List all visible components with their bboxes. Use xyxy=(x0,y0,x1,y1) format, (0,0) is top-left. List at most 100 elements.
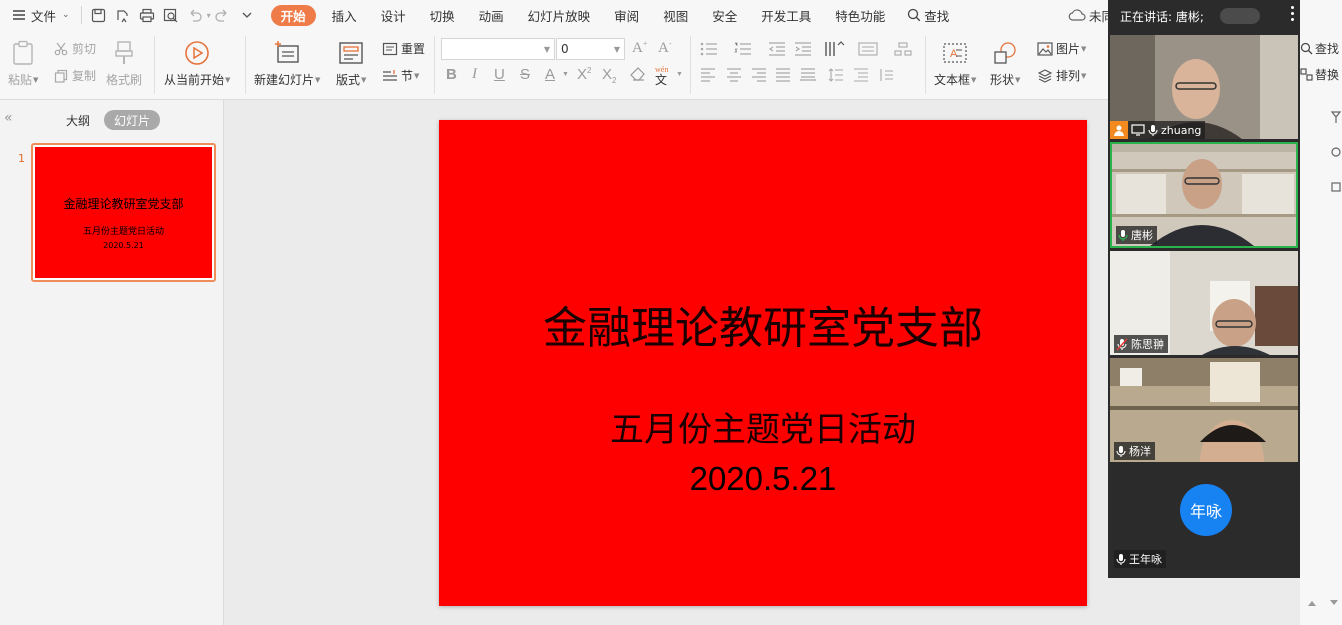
format-painter-button[interactable]: 格式刷 xyxy=(106,38,142,88)
slide-subtitle[interactable]: 五月份主题党日活动 xyxy=(439,402,1087,451)
font-name-select[interactable]: ▼ xyxy=(441,38,555,60)
paste-button[interactable]: 粘贴 ▼ xyxy=(8,38,38,88)
tab-slideshow[interactable]: 幻灯片放映 xyxy=(516,4,603,26)
print-icon[interactable] xyxy=(135,4,159,26)
microphone-muted-icon xyxy=(1116,338,1128,350)
play-from-current-button[interactable]: 从当前开始 ▼ xyxy=(164,38,230,88)
section-button[interactable]: 节 ▼ xyxy=(382,67,419,84)
strikethrough-icon[interactable]: S xyxy=(520,66,530,83)
decrease-font-icon[interactable]: A- xyxy=(658,39,672,57)
file-menu[interactable]: 文件 ⌄ xyxy=(6,4,76,26)
tab-outline-label: 大纲 xyxy=(65,113,90,128)
tab-developer-label: 开发工具 xyxy=(761,8,812,24)
replace-button[interactable]: 替换 xyxy=(1300,66,1339,83)
shape-button[interactable]: 形状 ▼ xyxy=(990,38,1020,88)
font-size-select[interactable]: 0 ▼ xyxy=(556,38,625,60)
pinyin-guide-icon[interactable]: wén 文 xyxy=(655,64,668,86)
participant-video-tile[interactable]: 年咏 王年咏 xyxy=(1110,466,1298,570)
participant-video-tile[interactable]: zhuang xyxy=(1110,35,1298,139)
text-box-icon: A xyxy=(940,38,970,68)
layout-label: 版式 xyxy=(336,73,361,87)
convert-to-smartart-icon[interactable] xyxy=(894,42,912,56)
hamburger-icon xyxy=(13,10,25,20)
reset-button[interactable]: 重置 xyxy=(382,40,425,57)
tab-review[interactable]: 审阅 xyxy=(602,4,651,26)
scroll-down-icon[interactable] xyxy=(1330,600,1338,606)
current-slide[interactable]: 金融理论教研室党支部 五月份主题党日活动 2020.5.21 xyxy=(439,120,1087,606)
participant-name: 唐彬 xyxy=(1131,229,1153,242)
underline-icon[interactable]: U xyxy=(494,66,505,83)
slide-date[interactable]: 2020.5.21 xyxy=(439,460,1087,498)
side-tool-icon[interactable] xyxy=(1330,145,1342,159)
slide-title[interactable]: 金融理论教研室党支部 xyxy=(439,292,1087,356)
layout-button[interactable]: 版式 ▼ xyxy=(336,38,366,88)
align-right-icon[interactable] xyxy=(751,68,767,82)
tab-transition[interactable]: 切换 xyxy=(418,4,467,26)
bullet-list-icon[interactable] xyxy=(700,42,718,56)
tab-view[interactable]: 视图 xyxy=(651,4,700,26)
customize-toolbar-icon[interactable] xyxy=(235,4,259,26)
find-label: 查找 xyxy=(1315,42,1340,56)
decrease-indent-icon[interactable] xyxy=(768,42,786,56)
more-options-icon[interactable] xyxy=(1291,6,1294,21)
tab-design[interactable]: 设计 xyxy=(369,4,418,26)
increase-font-icon[interactable]: A+ xyxy=(632,39,647,57)
cut-button[interactable]: 剪切 xyxy=(54,40,96,57)
distributed-icon[interactable] xyxy=(800,68,816,82)
find-button[interactable]: 查找 xyxy=(1300,40,1339,57)
tab-features[interactable]: 特色功能 xyxy=(823,4,897,26)
redo-icon[interactable] xyxy=(211,4,235,26)
justify-icon[interactable] xyxy=(775,68,791,82)
copy-button[interactable]: 复制 xyxy=(54,67,96,84)
font-color-icon[interactable]: A xyxy=(545,66,555,83)
tab-security[interactable]: 安全 xyxy=(700,4,749,26)
divider xyxy=(245,36,246,94)
save-icon[interactable] xyxy=(87,4,111,26)
tab-slides-label: 幻灯片 xyxy=(113,113,150,128)
participant-video-tile[interactable]: 陈思翀 xyxy=(1110,251,1298,355)
clear-format-icon[interactable] xyxy=(630,66,646,87)
right-edge-panel: 查找 替换 xyxy=(1300,30,1342,625)
slide-thumbnail[interactable]: 金融理论教研室党支部 五月份主题党日活动 2020.5.21 xyxy=(31,143,216,282)
collapse-panel-icon[interactable]: « xyxy=(4,110,13,126)
print-preview-icon[interactable] xyxy=(159,4,183,26)
tab-slides[interactable]: 幻灯片 xyxy=(104,110,160,130)
output-pdf-icon[interactable] xyxy=(111,4,135,26)
text-direction-icon[interactable] xyxy=(824,41,846,57)
side-tool-icon[interactable] xyxy=(1330,180,1342,194)
bold-icon[interactable]: B xyxy=(446,66,457,83)
picture-button[interactable]: 图片 ▼ xyxy=(1037,40,1086,57)
blurred-region xyxy=(1220,8,1260,24)
column-icon[interactable] xyxy=(878,68,894,82)
numbered-list-icon[interactable] xyxy=(734,42,752,56)
align-text-icon[interactable] xyxy=(858,42,878,56)
search-command[interactable]: 查找 xyxy=(901,4,955,26)
paragraph-spacing-icon[interactable] xyxy=(853,68,869,82)
increase-indent-icon[interactable] xyxy=(794,42,812,56)
caret-icon[interactable]: ▼ xyxy=(562,70,569,78)
side-tool-icon[interactable] xyxy=(1330,110,1342,124)
undo-icon[interactable] xyxy=(183,4,207,26)
participant-video-tile[interactable]: 唐彬 xyxy=(1110,142,1298,248)
tab-insert[interactable]: 插入 xyxy=(320,4,369,26)
align-center-icon[interactable] xyxy=(726,68,742,82)
superscript-icon[interactable]: X2 xyxy=(577,66,591,83)
caret-icon[interactable]: ▼ xyxy=(676,70,683,78)
scroll-up-icon[interactable] xyxy=(1308,600,1316,606)
tab-animation[interactable]: 动画 xyxy=(467,4,516,26)
tab-developer[interactable]: 开发工具 xyxy=(749,4,823,26)
participant-video-tile[interactable]: 杨洋 xyxy=(1110,358,1298,462)
paste-icon xyxy=(8,38,38,68)
new-slide-button[interactable]: 新建幻灯片 ▼ xyxy=(254,38,320,88)
arrange-button[interactable]: 排列 ▼ xyxy=(1037,67,1086,84)
copy-icon xyxy=(54,69,68,83)
align-left-icon[interactable] xyxy=(700,68,716,82)
subscript-icon[interactable]: X2 xyxy=(602,66,616,85)
text-box-button[interactable]: A 文本框 ▼ xyxy=(934,38,976,88)
tab-home[interactable]: 开始 xyxy=(270,4,316,26)
line-spacing-icon[interactable] xyxy=(828,68,844,82)
participant-name-tag: 王年咏 xyxy=(1114,550,1166,568)
tab-outline[interactable]: 大纲 xyxy=(60,110,96,130)
microphone-icon xyxy=(1116,445,1126,457)
italic-icon[interactable]: I xyxy=(472,66,477,83)
